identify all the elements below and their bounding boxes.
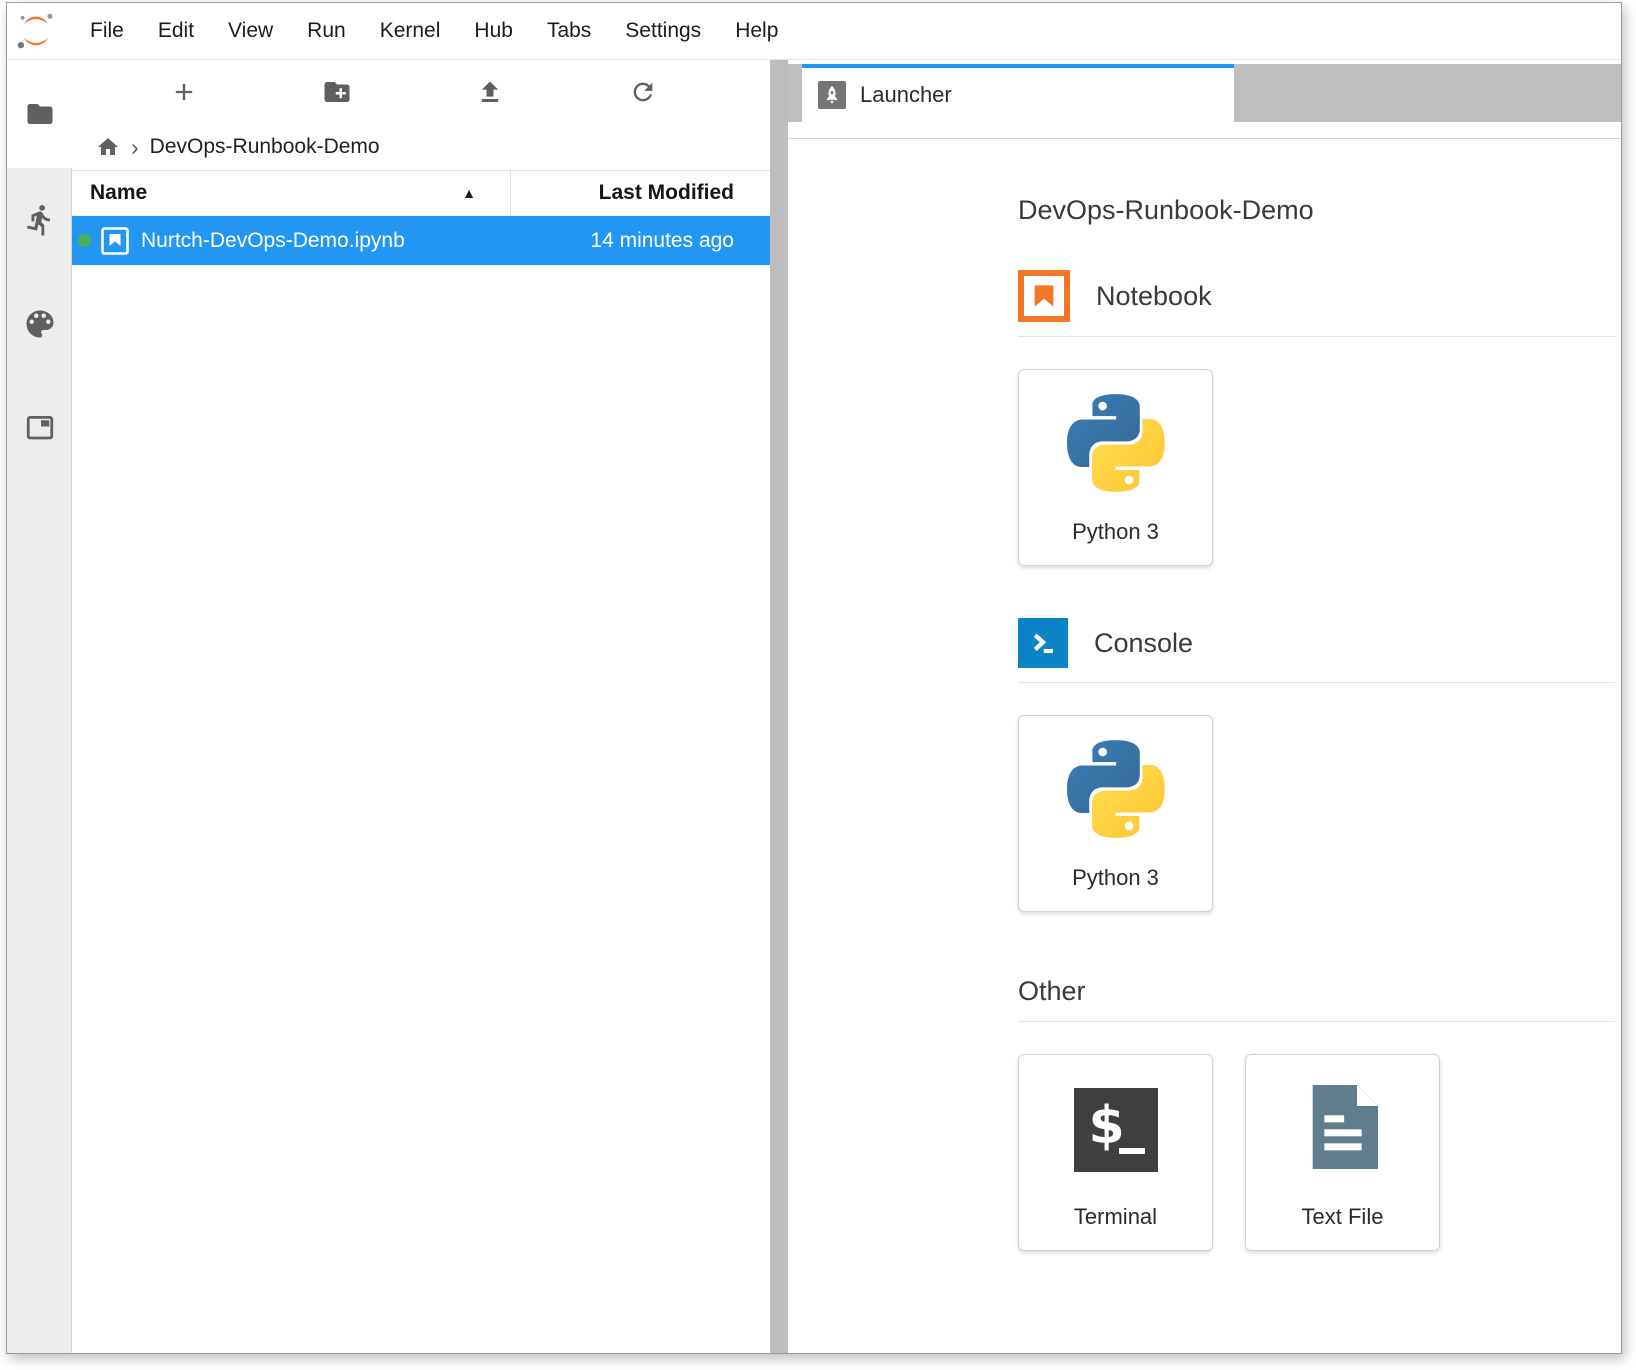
- menu-run[interactable]: Run: [290, 3, 363, 59]
- column-header-name[interactable]: Name ▲: [72, 171, 510, 215]
- launcher-card-terminal[interactable]: $ Terminal: [1018, 1054, 1213, 1251]
- menu-bar: File Edit View Run Kernel Hub Tabs Setti…: [7, 3, 1621, 60]
- launcher-card-console-python3[interactable]: Python 3: [1018, 715, 1213, 912]
- section-header-notebook: Notebook: [1018, 270, 1615, 322]
- running-man-icon: [23, 203, 57, 237]
- kernel-running-dot: [78, 234, 91, 247]
- jupyterlab-window: File Edit View Run Kernel Hub Tabs Setti…: [6, 2, 1622, 1354]
- menu-kernel[interactable]: Kernel: [363, 3, 458, 59]
- new-folder-button[interactable]: [260, 77, 413, 107]
- file-name: Nurtch-DevOps-Demo.ipynb: [141, 229, 405, 253]
- menu-edit[interactable]: Edit: [141, 3, 211, 59]
- jupyter-logo-icon: [15, 10, 57, 52]
- palette-icon: [22, 306, 58, 342]
- notebook-icon: [1018, 270, 1070, 322]
- refresh-icon: [629, 78, 657, 106]
- menu-hub[interactable]: Hub: [457, 3, 530, 59]
- last-modified-header-label: Last Modified: [599, 181, 734, 205]
- section-label-console: Console: [1094, 628, 1193, 659]
- sidebar-tab-running[interactable]: [7, 168, 72, 272]
- notebook-file-icon: [100, 226, 130, 256]
- sidebar-tab-files[interactable]: [7, 60, 72, 168]
- new-launcher-button[interactable]: [107, 78, 260, 106]
- upload-icon: [476, 78, 504, 106]
- section-divider: [1018, 1021, 1615, 1022]
- breadcrumb-separator: ›: [131, 134, 139, 161]
- activity-bar-border: [71, 168, 72, 1353]
- tab-bar-underline: [788, 122, 1621, 139]
- python-icon: [1067, 394, 1165, 492]
- name-header-label: Name: [90, 181, 147, 205]
- console-icon: [1018, 618, 1068, 668]
- folder-icon: [22, 99, 58, 129]
- home-icon[interactable]: [96, 135, 120, 159]
- section-header-console: Console: [1018, 618, 1615, 668]
- launcher-rocket-icon: [818, 81, 846, 109]
- section-label-notebook: Notebook: [1096, 281, 1212, 312]
- card-label-text-file: Text File: [1302, 1204, 1384, 1230]
- file-row-selected[interactable]: Nurtch-DevOps-Demo.ipynb 14 minutes ago: [72, 216, 770, 265]
- breadcrumb-current-folder[interactable]: DevOps-Runbook-Demo: [150, 135, 380, 159]
- main-area: › DevOps-Runbook-Demo Name ▲ Last Modifi…: [7, 60, 1621, 1353]
- launcher-body: DevOps-Runbook-Demo Notebook: [788, 139, 1621, 1353]
- text-file-icon: [1308, 1085, 1378, 1169]
- section-divider: [1018, 336, 1615, 337]
- menu-view[interactable]: View: [211, 3, 290, 59]
- card-label-terminal: Terminal: [1074, 1204, 1157, 1230]
- menu-help[interactable]: Help: [718, 3, 795, 59]
- activity-bar: [7, 60, 72, 1353]
- file-browser-panel: › DevOps-Runbook-Demo Name ▲ Last Modifi…: [72, 60, 770, 1353]
- screenshot-stage: File Edit View Run Kernel Hub Tabs Setti…: [0, 0, 1636, 1370]
- launcher-card-text-file[interactable]: Text File: [1245, 1054, 1440, 1251]
- file-browser-toolbar: [72, 60, 770, 124]
- python-icon: [1067, 740, 1165, 838]
- card-label-python3: Python 3: [1072, 519, 1159, 545]
- card-label-python3: Python 3: [1072, 865, 1159, 891]
- dock-tab-bar: Launcher: [788, 64, 1621, 122]
- new-launcher-plus-icon: [170, 78, 198, 106]
- file-list-header: Name ▲ Last Modified: [72, 170, 770, 216]
- sidebar-tab-open-tabs[interactable]: [7, 376, 72, 480]
- breadcrumb: › DevOps-Runbook-Demo: [72, 124, 770, 170]
- terminal-icon: $: [1074, 1088, 1158, 1172]
- tab-launcher-label: Launcher: [860, 82, 952, 108]
- file-list-empty-area[interactable]: [72, 265, 770, 1353]
- upload-button[interactable]: [413, 78, 566, 106]
- section-divider: [1018, 682, 1615, 683]
- file-last-modified: 14 minutes ago: [590, 229, 770, 253]
- dock-panel: Launcher DevOps-Runbook-Demo Notebook: [788, 60, 1621, 1353]
- section-label-other: Other: [1018, 976, 1615, 1007]
- menu-tabs[interactable]: Tabs: [530, 3, 608, 59]
- new-folder-icon: [322, 77, 352, 107]
- sort-ascending-icon: ▲: [462, 185, 476, 201]
- menu-settings[interactable]: Settings: [608, 3, 718, 59]
- menu-file[interactable]: File: [73, 3, 141, 59]
- launcher-card-notebook-python3[interactable]: Python 3: [1018, 369, 1213, 566]
- refresh-button[interactable]: [566, 78, 719, 106]
- launcher-cwd-title: DevOps-Runbook-Demo: [1018, 195, 1615, 226]
- tabs-panel-icon: [22, 413, 58, 443]
- panel-splitter-handle[interactable]: [770, 60, 788, 1353]
- sidebar-tab-commands[interactable]: [7, 272, 72, 376]
- tab-launcher[interactable]: Launcher: [802, 64, 1234, 122]
- column-header-last-modified[interactable]: Last Modified: [510, 171, 770, 215]
